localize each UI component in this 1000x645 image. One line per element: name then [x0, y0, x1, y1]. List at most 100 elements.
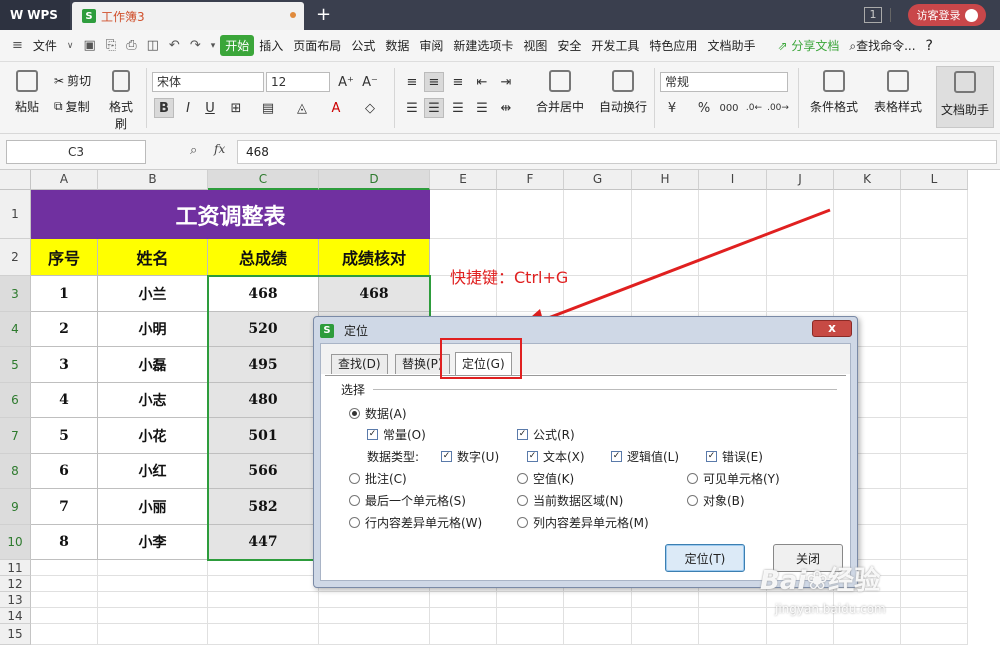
- radio-data[interactable]: 数据(A): [349, 405, 407, 422]
- table-cell[interactable]: 8: [31, 525, 98, 560]
- row-header-3[interactable]: 3: [0, 276, 31, 312]
- row-header-10[interactable]: 10: [0, 525, 31, 560]
- grid-cell[interactable]: [632, 608, 699, 624]
- row-header-6[interactable]: 6: [0, 383, 31, 418]
- align-top-icon[interactable]: ≡: [402, 72, 422, 92]
- grid-cell[interactable]: [497, 592, 564, 608]
- conditional-format-button[interactable]: 条件格式: [804, 70, 864, 115]
- table-cell[interactable]: 小明: [98, 312, 208, 347]
- row-header-11[interactable]: 11: [0, 560, 31, 576]
- wrap-text-button[interactable]: 自动换行: [596, 70, 650, 115]
- check-formulas[interactable]: ✓ 公式(R): [517, 426, 575, 443]
- grid-cell[interactable]: [430, 592, 497, 608]
- column-header-l[interactable]: L: [901, 170, 968, 190]
- radio-objects[interactable]: 对象(B): [687, 492, 745, 509]
- check-text[interactable]: ✓ 文本(X): [527, 448, 585, 465]
- copy-button[interactable]: ⧉ 复制: [54, 98, 90, 115]
- grid-cell[interactable]: [430, 190, 497, 239]
- grid-cell[interactable]: [901, 312, 968, 347]
- radio-last-cell[interactable]: 最后一个单元格(S): [349, 492, 466, 509]
- menu-formulas[interactable]: 公式: [346, 37, 380, 54]
- table-cell[interactable]: 小花: [98, 418, 208, 454]
- login-button[interactable]: 访客登录: [908, 4, 986, 26]
- dialog-close-button[interactable]: x: [812, 320, 852, 337]
- number-format-select[interactable]: 常规: [660, 72, 788, 92]
- grid-cell[interactable]: [901, 239, 968, 276]
- menu-doc-assistant[interactable]: 文档助手: [702, 37, 760, 54]
- row-header-7[interactable]: 7: [0, 418, 31, 454]
- column-header-i[interactable]: I: [699, 170, 767, 190]
- grid-cell[interactable]: [319, 624, 430, 645]
- table-cell[interactable]: 480: [208, 383, 319, 418]
- table-cell[interactable]: 1: [31, 276, 98, 312]
- row-header-2[interactable]: 2: [0, 239, 31, 276]
- select-all-corner[interactable]: [0, 170, 31, 190]
- grid-cell[interactable]: [208, 608, 319, 624]
- grid-cell[interactable]: [901, 576, 968, 592]
- check-constants[interactable]: ✓ 常量(O): [367, 426, 426, 443]
- menu-developer[interactable]: 开发工具: [586, 37, 644, 54]
- row-header-13[interactable]: 13: [0, 592, 31, 608]
- decrease-font-icon[interactable]: A⁻: [360, 72, 380, 92]
- grid-cell[interactable]: [834, 190, 901, 239]
- table-cell[interactable]: 6: [31, 454, 98, 489]
- header-cell[interactable]: 序号: [31, 239, 98, 276]
- grid-cell[interactable]: [98, 592, 208, 608]
- grid-cell[interactable]: [834, 624, 901, 645]
- grid-cell[interactable]: [632, 624, 699, 645]
- indent-decrease-icon[interactable]: ⇤: [472, 72, 492, 92]
- table-cell[interactable]: 566: [208, 454, 319, 489]
- font-color-icon[interactable]: A: [326, 98, 346, 118]
- grid-cell[interactable]: [564, 608, 632, 624]
- save-icon[interactable]: ▣: [79, 38, 101, 53]
- grid-cell[interactable]: [699, 592, 767, 608]
- table-cell[interactable]: 小红: [98, 454, 208, 489]
- radio-blanks[interactable]: 空值(K): [517, 470, 574, 487]
- column-header-c[interactable]: C: [208, 170, 319, 190]
- thousands-separator-button[interactable]: 000: [716, 98, 742, 118]
- grid-cell[interactable]: [319, 592, 430, 608]
- grid-cell[interactable]: [564, 624, 632, 645]
- table-cell[interactable]: 5: [31, 418, 98, 454]
- search-command[interactable]: ⌕查找命令...: [844, 37, 920, 54]
- format-painter-button[interactable]: 格式刷: [104, 70, 138, 132]
- grid-cell[interactable]: [901, 347, 968, 383]
- grid-cell[interactable]: [208, 576, 319, 592]
- menu-special[interactable]: 特色应用: [644, 37, 702, 54]
- clear-format-icon[interactable]: ◇: [360, 98, 380, 118]
- decrease-decimal-icon[interactable]: .00→: [767, 98, 789, 118]
- increase-font-icon[interactable]: A⁺: [336, 72, 356, 92]
- menu-new-tab[interactable]: 新建选项卡: [448, 37, 518, 54]
- name-box[interactable]: C3: [6, 140, 146, 164]
- table-cell[interactable]: 小李: [98, 525, 208, 560]
- grid-cell[interactable]: [901, 525, 968, 560]
- menu-view[interactable]: 视图: [518, 37, 552, 54]
- grid-cell[interactable]: [31, 608, 98, 624]
- column-header-h[interactable]: H: [632, 170, 699, 190]
- table-cell[interactable]: 小志: [98, 383, 208, 418]
- grid-cell[interactable]: [98, 560, 208, 576]
- menu-insert[interactable]: 插入: [254, 37, 288, 54]
- table-cell[interactable]: 468: [319, 276, 430, 312]
- wps-home-tab[interactable]: W WPS: [0, 0, 70, 30]
- table-cell[interactable]: 447: [208, 525, 319, 560]
- undo-icon[interactable]: ↶: [164, 38, 185, 53]
- chevron-down-icon[interactable]: ∨: [62, 41, 79, 51]
- file-menu[interactable]: 文件: [28, 37, 62, 54]
- merge-center-button[interactable]: 合并居中: [530, 70, 590, 115]
- print-icon[interactable]: ⎙: [121, 38, 141, 53]
- grid-cell[interactable]: [632, 592, 699, 608]
- tab-find[interactable]: 查找(D): [331, 354, 388, 374]
- align-bottom-icon[interactable]: ≡: [448, 72, 468, 92]
- table-cell[interactable]: 495: [208, 347, 319, 383]
- table-cell[interactable]: 582: [208, 489, 319, 525]
- row-header-8[interactable]: 8: [0, 454, 31, 489]
- table-cell[interactable]: 4: [31, 383, 98, 418]
- align-center-icon[interactable]: ☰: [424, 98, 444, 118]
- radio-comments[interactable]: 批注(C): [349, 470, 407, 487]
- grid-cell[interactable]: [901, 592, 968, 608]
- menu-security[interactable]: 安全: [552, 37, 586, 54]
- grid-cell[interactable]: [98, 608, 208, 624]
- grid-cell[interactable]: [901, 276, 968, 312]
- radio-visible-cells[interactable]: 可见单元格(Y): [687, 470, 780, 487]
